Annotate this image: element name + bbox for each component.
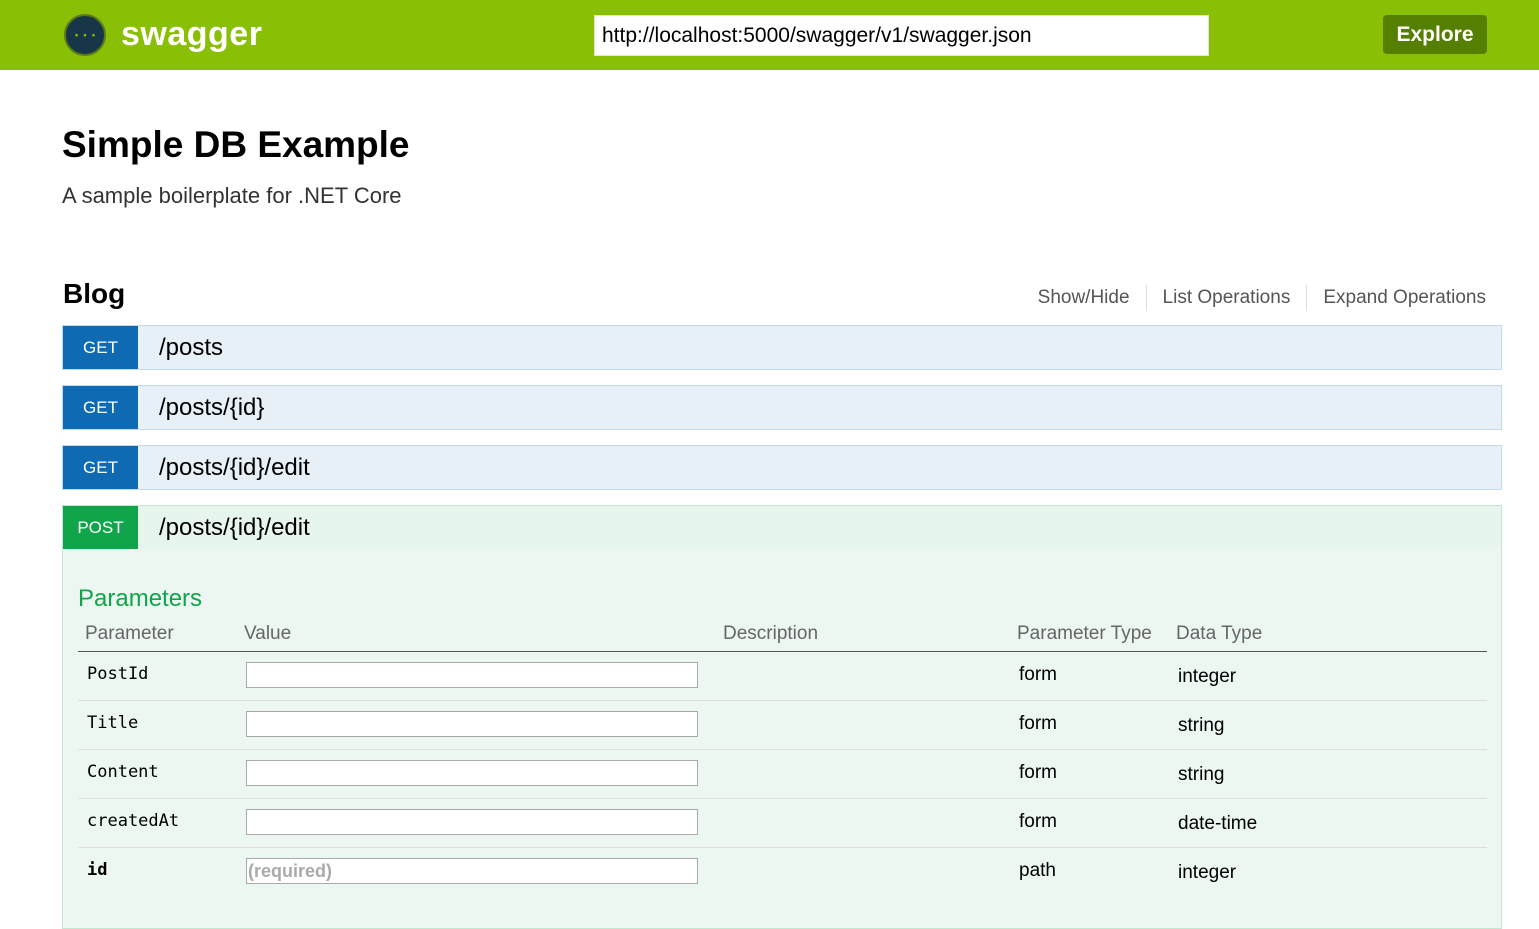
table-row: Content form string [78, 750, 1487, 799]
swagger-logo-icon: {···} [64, 14, 106, 56]
method-badge[interactable]: GET [63, 386, 138, 429]
column-header-parameter-type: Parameter Type [1017, 623, 1152, 644]
spec-url-input[interactable] [594, 15, 1209, 56]
operation-post-post-edit[interactable]: POST /posts/{id}/edit [62, 505, 1502, 550]
data-type: date-time [1178, 813, 1258, 834]
top-bar: {···} swagger Explore [0, 0, 1539, 70]
createdat-value-input[interactable] [246, 809, 698, 835]
explore-button[interactable]: Explore [1383, 15, 1487, 54]
data-type: string [1178, 715, 1225, 736]
list-operations-link[interactable]: List Operations [1147, 287, 1307, 309]
data-type: integer [1178, 666, 1237, 687]
table-header: Parameter Value Description Parameter Ty… [78, 621, 1487, 652]
table-row: id path integer [78, 848, 1487, 896]
show-hide-link[interactable]: Show/Hide [1022, 287, 1146, 309]
content-value-input[interactable] [246, 760, 698, 786]
svg-text:{···}: {···} [72, 28, 98, 44]
parameter-name: createdAt [87, 811, 180, 831]
operation-path[interactable]: /posts/{id}/edit [159, 514, 310, 542]
parameters-table: Parameter Value Description Parameter Ty… [78, 621, 1487, 896]
operation-path[interactable]: /posts/{id} [159, 394, 264, 422]
parameter-name: Title [87, 713, 139, 733]
expand-operations-link[interactable]: Expand Operations [1307, 287, 1486, 309]
title-value-input[interactable] [246, 711, 698, 737]
operation-path[interactable]: /posts/{id}/edit [159, 454, 310, 482]
parameters-heading: Parameters [78, 585, 203, 612]
parameter-name: Content [87, 762, 159, 782]
parameter-type: form [1019, 762, 1057, 783]
postid-value-input[interactable] [246, 662, 698, 688]
method-badge[interactable]: POST [63, 506, 138, 549]
data-type: string [1178, 764, 1225, 785]
column-header-data-type: Data Type [1176, 623, 1263, 644]
api-description: A sample boilerplate for .NET Core [62, 183, 402, 208]
method-badge[interactable]: GET [63, 446, 138, 489]
logo[interactable]: {···} swagger [64, 13, 262, 57]
column-header-parameter: Parameter [85, 623, 174, 644]
data-type: integer [1178, 862, 1237, 883]
column-header-description: Description [723, 623, 819, 644]
operation-get-post-edit[interactable]: GET /posts/{id}/edit [62, 445, 1502, 490]
parameter-name: id [87, 860, 108, 880]
column-header-value: Value [244, 623, 292, 644]
table-row: PostId form integer [78, 652, 1487, 701]
parameter-type: form [1019, 811, 1057, 832]
resource-links: Show/Hide List Operations Expand Operati… [1022, 285, 1486, 311]
operation-get-posts[interactable]: GET /posts [62, 325, 1502, 370]
table-row: Title form string [78, 701, 1487, 750]
method-badge[interactable]: GET [63, 326, 138, 369]
logo-text: swagger [121, 14, 263, 53]
id-value-input[interactable] [246, 858, 698, 884]
table-row: createdAt form date-time [78, 799, 1487, 848]
parameter-type: form [1019, 664, 1057, 685]
api-title: Simple DB Example [62, 124, 410, 165]
operation-get-post-by-id[interactable]: GET /posts/{id} [62, 385, 1502, 430]
parameter-name: PostId [87, 664, 149, 684]
operation-details: Parameters Parameter Value Description P… [62, 549, 1502, 929]
parameter-type: form [1019, 713, 1057, 734]
operation-path[interactable]: /posts [159, 334, 223, 362]
resource-title[interactable]: Blog [63, 278, 125, 310]
parameter-type: path [1019, 860, 1056, 881]
